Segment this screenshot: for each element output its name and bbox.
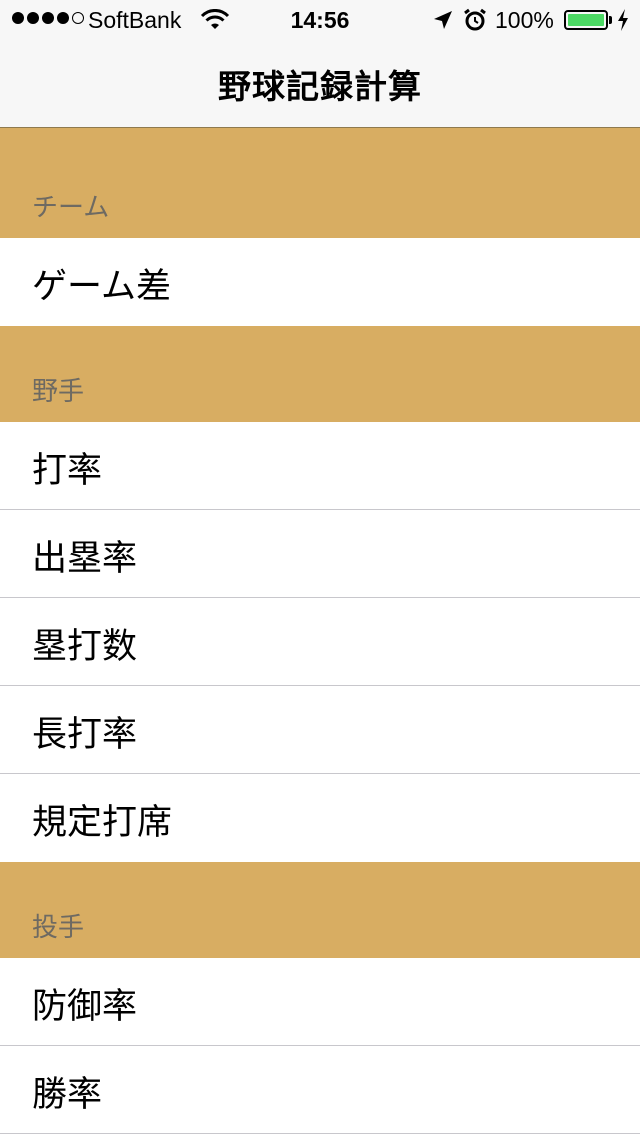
- section-header-fielder: 野手: [0, 326, 640, 422]
- list-item-label: 勝率: [32, 1075, 103, 1115]
- battery-cap: [609, 16, 612, 24]
- list-item-label: 打率: [32, 451, 103, 491]
- calculation-list: チーム ゲーム差 野手 打率 出塁率 塁打数 長打率 規定打席 投手 防御率 勝…: [0, 128, 640, 1134]
- section-header-label: チーム: [32, 193, 110, 223]
- battery-icon: [564, 10, 608, 30]
- page-title: 野球記録計算: [218, 67, 422, 106]
- list-item-label: 出塁率: [32, 539, 138, 579]
- battery-percentage: 100%: [495, 7, 554, 33]
- status-bar: SoftBank 14:56 100%: [0, 0, 640, 40]
- list-item-label: 長打率: [32, 715, 138, 755]
- alarm-clock-icon: [464, 8, 486, 31]
- list-item-on-base-percentage[interactable]: 出塁率: [0, 510, 640, 598]
- list-item-era[interactable]: 防御率: [0, 958, 640, 1046]
- list-item-winning-percentage[interactable]: 勝率: [0, 1046, 640, 1134]
- app-screen: SoftBank 14:56 100% 野球記録計算 チーム ゲーム差 野手 打…: [0, 0, 640, 1136]
- list-item-slugging-percentage[interactable]: 長打率: [0, 686, 640, 774]
- list-item-game-difference[interactable]: ゲーム差: [0, 238, 640, 326]
- section-header-team: チーム: [0, 128, 640, 238]
- navigation-bar: SoftBank 14:56 100% 野球記録計算: [0, 0, 640, 128]
- list-item-label: 規定打席: [32, 803, 173, 843]
- list-item-total-bases[interactable]: 塁打数: [0, 598, 640, 686]
- section-header-label: 投手: [32, 913, 85, 943]
- list-item-qualifying-plate-appearances[interactable]: 規定打席: [0, 774, 640, 862]
- charging-bolt-icon: [618, 9, 628, 31]
- section-header-pitcher: 投手: [0, 862, 640, 958]
- list-item-label: 塁打数: [32, 627, 138, 667]
- list-item-label: 防御率: [32, 987, 138, 1027]
- location-arrow-icon: [434, 11, 452, 29]
- list-item-batting-average[interactable]: 打率: [0, 422, 640, 510]
- section-header-label: 野手: [32, 377, 85, 407]
- battery-level-fill: [568, 14, 604, 26]
- list-item-label: ゲーム差: [32, 267, 171, 307]
